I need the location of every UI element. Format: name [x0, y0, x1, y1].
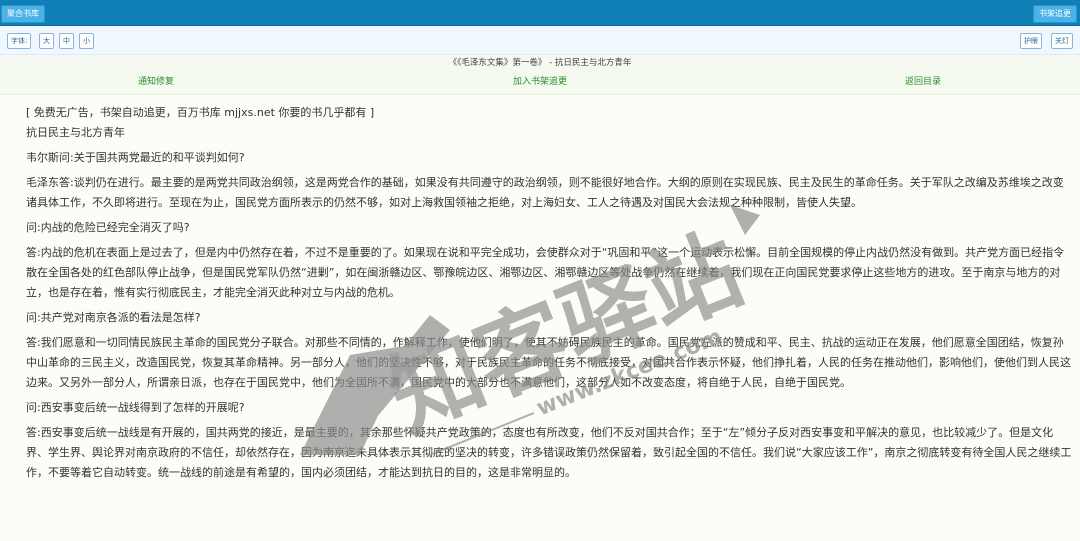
paragraph: 答:我们愿意和一切同情民族民主革命的国民党分子联合。对那些不同情的，作解释工作，…: [26, 336, 1071, 389]
paragraph: 毛泽东答:谈判仍在进行。最主要的是两党共同政治纲领，这是两党合作的基础，如果没有…: [26, 176, 1064, 209]
chapter-title: 抗日民主与北方青年: [26, 126, 125, 139]
font-size-label: 字体:: [7, 33, 32, 49]
ad-notice: [ 免费无广告，书架自动追更，百万书库 mjjxs.net 你要的书几乎都有 ]: [26, 106, 375, 119]
bookshelf-button[interactable]: 书架追更: [1033, 5, 1077, 23]
eye-care-button[interactable]: 护眼: [1020, 33, 1042, 49]
paragraph: 问:西安事变后统一战线得到了怎样的开展呢?: [26, 401, 245, 414]
chapter-nav: 通知修复 加入书架追更 返回目录: [0, 72, 1080, 95]
top-bar: 聚合书库 书架追更: [0, 0, 1080, 26]
report-error-link[interactable]: 通知修复: [138, 75, 174, 89]
paragraph: 答:西安事变后统一战线是有开展的，国共两党的接近，是最主要的，其余那些怀疑共产党…: [26, 426, 1072, 479]
breadcrumb: 《《毛泽东文集》第一卷》 - 抗日民主与北方青年: [0, 55, 1080, 72]
paragraph: 问:共产党对南京各派的看法是怎样?: [26, 311, 201, 324]
back-to-toc-link[interactable]: 返回目录: [905, 75, 941, 89]
font-large-button[interactable]: 大: [39, 33, 54, 49]
paragraph: 答:内战的危机在表面上是过去了，但是内中仍然存在着，不过不是重要的了。如果现在说…: [26, 246, 1065, 299]
reader-toolbar: 字体: 大 中 小 护眼 关灯: [0, 26, 1080, 55]
add-to-shelf-link[interactable]: 加入书架追更: [513, 75, 567, 89]
home-library-button[interactable]: 聚合书库: [1, 5, 45, 23]
font-small-button[interactable]: 小: [79, 33, 94, 49]
font-medium-button[interactable]: 中: [59, 33, 74, 49]
paragraph: 问:内战的危险已经完全消灭了吗?: [26, 221, 190, 234]
lights-off-button[interactable]: 关灯: [1051, 33, 1073, 49]
chapter-content: [ 免费无广告，书架自动追更，百万书库 mjjxs.net 你要的书几乎都有 ]…: [0, 95, 1080, 483]
paragraph: 韦尔斯问:关于国共两党最近的和平谈判如何?: [26, 151, 245, 164]
